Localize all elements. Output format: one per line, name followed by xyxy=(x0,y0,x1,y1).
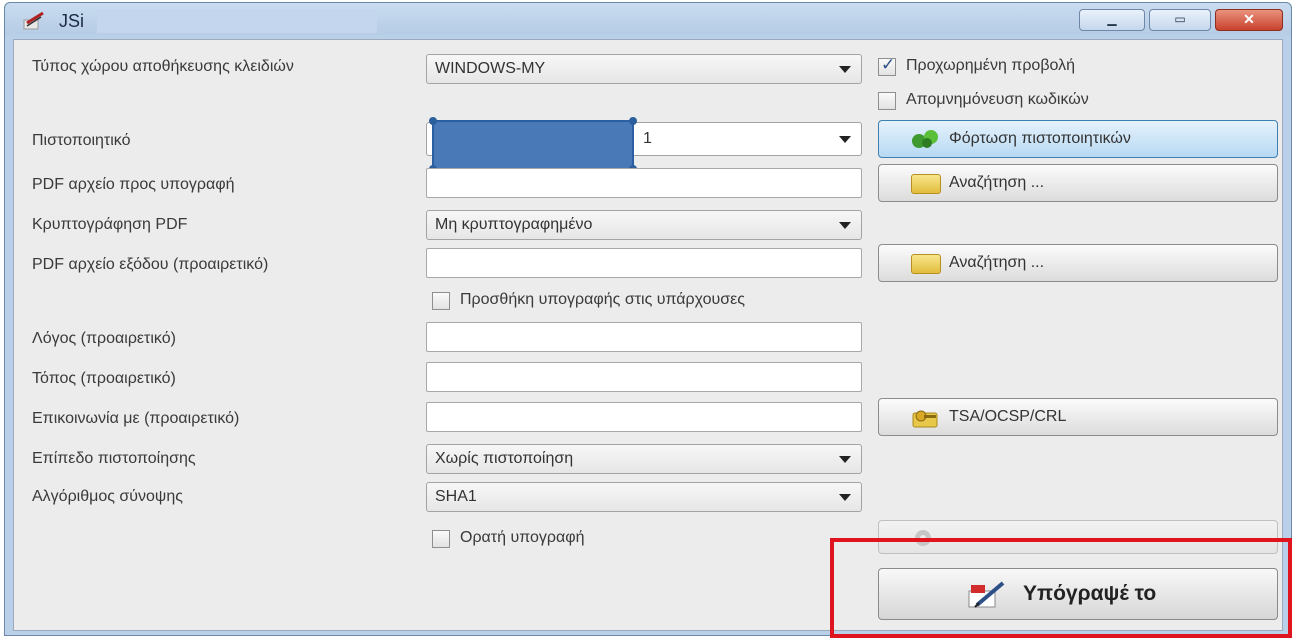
hash-algorithm-select[interactable]: SHA1 xyxy=(426,482,862,512)
window-title: JSi xyxy=(59,11,85,31)
hash-algorithm-label: Αλγόριθμος σύνοψης xyxy=(32,488,183,505)
visible-signature-checkbox[interactable] xyxy=(432,530,450,548)
chevron-down-icon xyxy=(839,136,851,143)
maximize-icon: ▭ xyxy=(1174,12,1186,26)
certificate-green-icon xyxy=(909,129,943,149)
remember-passwords-label: Απομνημόνευση κωδικών xyxy=(906,91,1089,108)
pdf-output-field[interactable] xyxy=(426,248,862,278)
certificate-label: Πιστοποιητικό xyxy=(32,132,131,149)
hash-algorithm-value: SHA1 xyxy=(435,488,477,505)
location-field[interactable] xyxy=(426,362,862,392)
load-certificates-label: Φόρτωση πιστοποιητικών xyxy=(949,130,1131,147)
browse-input-label: Αναζήτηση ... xyxy=(949,174,1045,191)
certificate-value: 1 xyxy=(643,130,652,147)
close-icon: ✕ xyxy=(1243,11,1255,27)
cert-level-value: Χωρίς πιστοποίηση xyxy=(435,450,574,467)
browse-output-button[interactable]: Αναζήτηση ... xyxy=(878,244,1278,282)
checkmark-icon: ✓ xyxy=(881,55,896,74)
pdf-input-field[interactable] xyxy=(426,168,862,198)
advanced-view-label: Προχωρημένη προβολή xyxy=(906,57,1076,74)
contact-label: Επικοινωνία με (προαιρετικό) xyxy=(32,410,240,427)
encryption-label: Κρυπτογράφηση PDF xyxy=(32,216,188,233)
title-redaction xyxy=(97,9,377,33)
reason-field[interactable] xyxy=(426,322,862,352)
advanced-view-checkbox[interactable]: ✓ xyxy=(878,55,896,76)
maximize-button[interactable]: ▭ xyxy=(1149,9,1211,31)
visible-signature-label: Ορατή υπογραφή xyxy=(460,529,585,546)
resize-handle xyxy=(429,117,437,125)
append-signature-label: Προσθήκη υπογραφής στις υπάρχουσες xyxy=(460,291,745,308)
chevron-down-icon xyxy=(839,222,851,229)
keystore-type-value: WINDOWS-MY xyxy=(435,60,546,77)
pdf-input-label: PDF αρχείο προς υπογραφή xyxy=(32,176,235,193)
folder-icon xyxy=(911,174,941,194)
location-label: Τόπος (προαιρετικό) xyxy=(32,370,176,387)
encryption-select[interactable]: Μη κρυπτογραφημένο xyxy=(426,210,862,240)
tsa-ocsp-crl-label: TSA/OCSP/CRL xyxy=(949,408,1067,425)
cert-level-label: Επίπεδο πιστοποίησης xyxy=(32,450,196,467)
chevron-down-icon xyxy=(839,456,851,463)
tsa-ocsp-crl-button[interactable]: TSA/OCSP/CRL xyxy=(878,398,1278,436)
load-certificates-button[interactable]: Φόρτωση πιστοποιητικών xyxy=(878,120,1278,158)
pen-signature-icon xyxy=(23,11,47,31)
cert-level-select[interactable]: Χωρίς πιστοποίηση xyxy=(426,444,862,474)
keystore-type-select[interactable]: WINDOWS-MY xyxy=(426,54,862,84)
chevron-down-icon xyxy=(839,494,851,501)
minimize-icon: ▁ xyxy=(1107,12,1117,26)
keystore-type-label: Τύπος χώρου αποθήκευσης κλειδιών xyxy=(32,58,294,75)
title-bar: JSi ▁ ▭ ✕ xyxy=(5,3,1291,37)
contact-field[interactable] xyxy=(426,402,862,432)
highlight-box xyxy=(830,538,1292,638)
browse-input-button[interactable]: Αναζήτηση ... xyxy=(878,164,1278,202)
resize-handle xyxy=(629,117,637,125)
pdf-output-label: PDF αρχείο εξόδου (προαιρετικό) xyxy=(32,256,269,273)
remember-passwords-checkbox[interactable] xyxy=(878,92,896,110)
minimize-button[interactable]: ▁ xyxy=(1079,9,1145,31)
redaction-block xyxy=(429,117,637,173)
reason-label: Λόγος (προαιρετικό) xyxy=(32,330,176,347)
close-button[interactable]: ✕ xyxy=(1215,9,1283,31)
append-signature-checkbox[interactable] xyxy=(432,292,450,310)
browse-output-label: Αναζήτηση ... xyxy=(949,254,1045,271)
chevron-down-icon xyxy=(839,66,851,73)
encryption-value: Μη κρυπτογραφημένο xyxy=(435,216,593,233)
folder-icon xyxy=(911,254,941,274)
key-folder-icon xyxy=(911,407,945,428)
